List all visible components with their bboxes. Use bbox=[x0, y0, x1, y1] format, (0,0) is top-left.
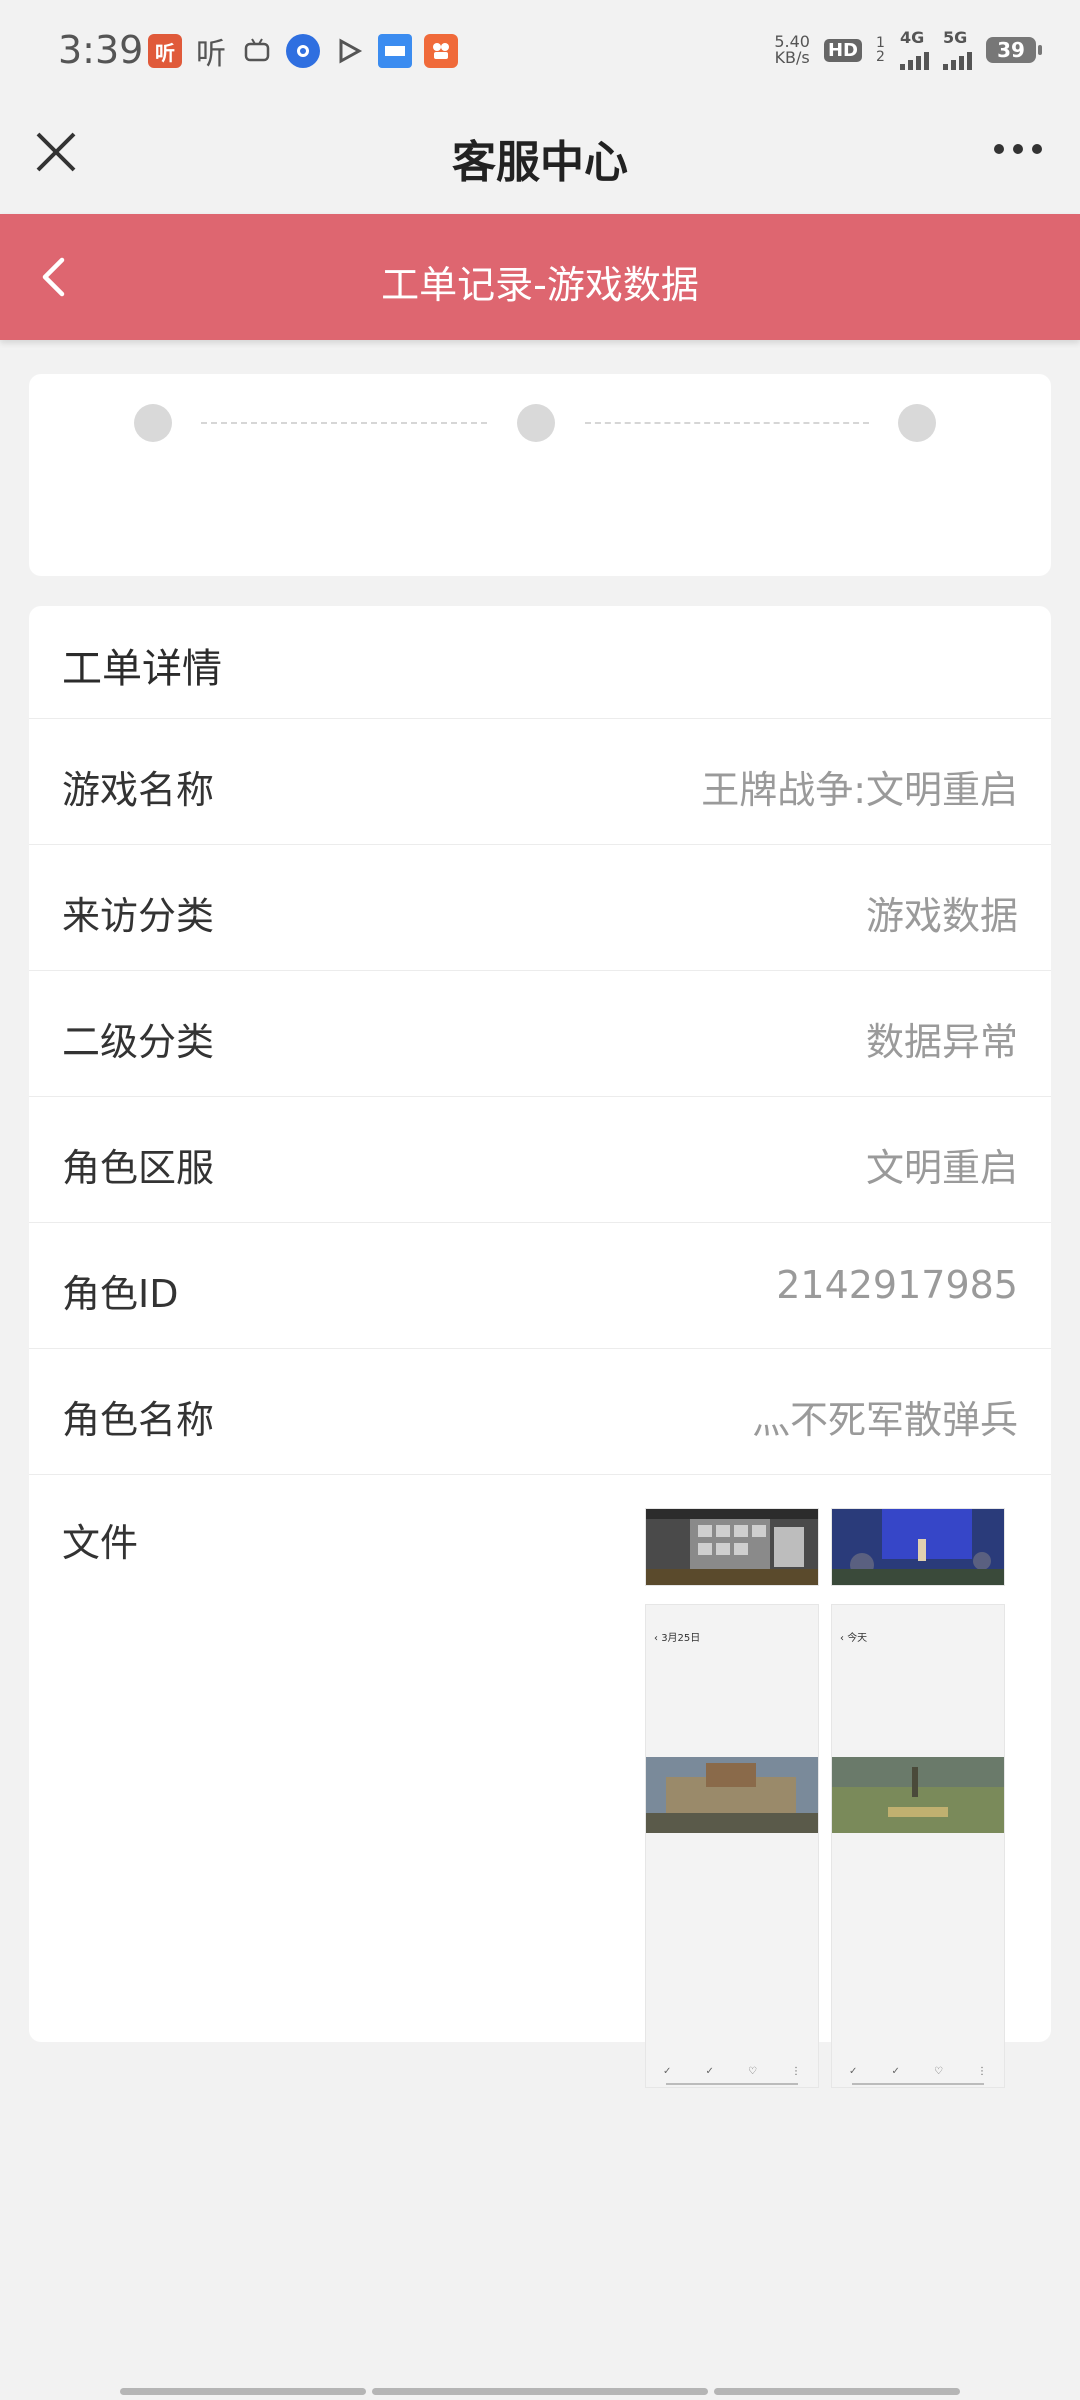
game-screenshot-image bbox=[832, 1509, 1004, 1585]
progress-card bbox=[29, 374, 1051, 576]
more-dot-icon bbox=[1032, 144, 1042, 154]
row-value: 2142917985 bbox=[776, 1263, 1018, 1307]
status-bar: 3:39 听 听 5.40 KB/s HD 1 2 4G 5G 39 bbox=[0, 0, 1080, 104]
row-label: 角色区服 bbox=[62, 1146, 215, 1190]
page-title: 客服中心 bbox=[452, 137, 628, 188]
tv-app-icon bbox=[240, 34, 274, 68]
game-screenshot-image bbox=[832, 1757, 1004, 1833]
detail-heading: 工单详情 bbox=[62, 646, 222, 692]
signal-5g: 5G bbox=[943, 30, 972, 70]
ticket-detail-card: 工单详情 游戏名称 王牌战争:文明重启 来访分类 游戏数据 二级分类 数据异常 … bbox=[29, 606, 1051, 2088]
net-type-4g: 4G bbox=[900, 28, 925, 47]
signal-bars-icon bbox=[900, 46, 929, 70]
row-label: 角色ID bbox=[62, 1272, 179, 1316]
gesture-bar[interactable] bbox=[120, 2388, 366, 2395]
attachment-thumbnail[interactable]: ‹ 今天 ✓ ✓ ♡ ⋮ bbox=[831, 1604, 1005, 2088]
more-options-button[interactable] bbox=[994, 144, 1042, 154]
detail-row-server: 角色区服 文明重启 bbox=[29, 1096, 1051, 1223]
detail-row-role-name: 角色名称 灬不死军散弹兵 bbox=[29, 1348, 1051, 1475]
files-label: 文件 bbox=[62, 1521, 139, 1565]
progress-step-dot bbox=[517, 404, 555, 442]
battery-icon: 39 bbox=[986, 37, 1042, 63]
mini-status-bar bbox=[832, 1605, 1004, 1621]
more-dot-icon bbox=[1013, 144, 1023, 154]
sim-badge: 1 2 bbox=[876, 35, 885, 65]
gesture-bar[interactable] bbox=[714, 2388, 960, 2395]
notification-icons: 听 听 bbox=[148, 34, 458, 72]
detail-row-game-name: 游戏名称 王牌战争:文明重启 bbox=[29, 718, 1051, 845]
more-dot-icon bbox=[994, 144, 1004, 154]
row-value: 数据异常 bbox=[865, 1020, 1018, 1064]
row-label: 来访分类 bbox=[62, 894, 215, 938]
attachment-thumbnail[interactable] bbox=[831, 1508, 1005, 1586]
progress-connector bbox=[585, 422, 869, 424]
signal-4g: 4G bbox=[900, 30, 929, 70]
row-label: 游戏名称 bbox=[62, 768, 215, 812]
mini-status-bar bbox=[646, 1605, 818, 1621]
mini-nav-text: 3月25日 bbox=[661, 1633, 701, 1644]
mini-home-bar bbox=[666, 2083, 798, 2085]
mini-action-icons: ✓ ✓ ♡ ⋮ bbox=[663, 2066, 801, 2077]
attachment-thumbnail[interactable] bbox=[645, 1508, 819, 1586]
kuaishou-app-icon bbox=[424, 34, 458, 68]
browser-app-icon bbox=[286, 34, 320, 68]
row-value: 游戏数据 bbox=[865, 894, 1018, 938]
net-speed: 5.40 KB/s bbox=[774, 34, 810, 66]
mini-nav-text: 今天 bbox=[847, 1633, 868, 1644]
row-value: 灬不死军散弹兵 bbox=[751, 1398, 1018, 1442]
video-app-icon bbox=[332, 34, 366, 68]
status-right: 5.40 KB/s HD 1 2 4G 5G 39 bbox=[774, 30, 1042, 70]
game-screenshot-image bbox=[646, 1757, 818, 1833]
row-label: 二级分类 bbox=[62, 1020, 215, 1064]
hd-badge: HD bbox=[823, 38, 862, 62]
row-label: 角色名称 bbox=[62, 1398, 215, 1442]
listen-app-icon: 听 bbox=[148, 34, 182, 68]
row-divider bbox=[29, 1474, 1051, 1475]
ticket-title: 工单记录-游戏数据 bbox=[381, 263, 699, 307]
attachment-thumbnail[interactable]: ‹ 3月25日 ✓ ✓ ♡ ⋮ bbox=[645, 1604, 819, 2088]
mini-action-icons: ✓ ✓ ♡ ⋮ bbox=[849, 2066, 987, 2077]
progress-step-dot bbox=[898, 404, 936, 442]
row-value: 文明重启 bbox=[865, 1146, 1018, 1190]
net-speed-unit: KB/s bbox=[774, 48, 810, 67]
game-screenshot-image bbox=[646, 1509, 818, 1585]
signal-bars-icon-2 bbox=[943, 46, 972, 70]
detail-row-subcategory: 二级分类 数据异常 bbox=[29, 970, 1051, 1097]
progress-step-dot bbox=[134, 404, 172, 442]
app-header: 客服中心 bbox=[0, 104, 1080, 214]
mini-nav-title: ‹ 今天 bbox=[840, 1633, 868, 1644]
detail-row-visit-category: 来访分类 游戏数据 bbox=[29, 844, 1051, 971]
progress-connector bbox=[201, 422, 487, 424]
gesture-bar[interactable] bbox=[372, 2388, 708, 2395]
status-time: 3:39 bbox=[58, 28, 144, 72]
mini-nav-title: ‹ 3月25日 bbox=[654, 1633, 701, 1644]
detail-row-role-id: 角色ID 2142917985 bbox=[29, 1222, 1051, 1349]
ticket-header-bar: 工单记录-游戏数据 bbox=[0, 214, 1080, 340]
listen-app-icon-2: 听 bbox=[196, 37, 226, 72]
keyboard-app-icon bbox=[378, 34, 412, 68]
mini-home-bar bbox=[852, 2083, 984, 2085]
row-value: 王牌战争:文明重启 bbox=[701, 768, 1018, 812]
net-type-5g: 5G bbox=[943, 28, 968, 47]
